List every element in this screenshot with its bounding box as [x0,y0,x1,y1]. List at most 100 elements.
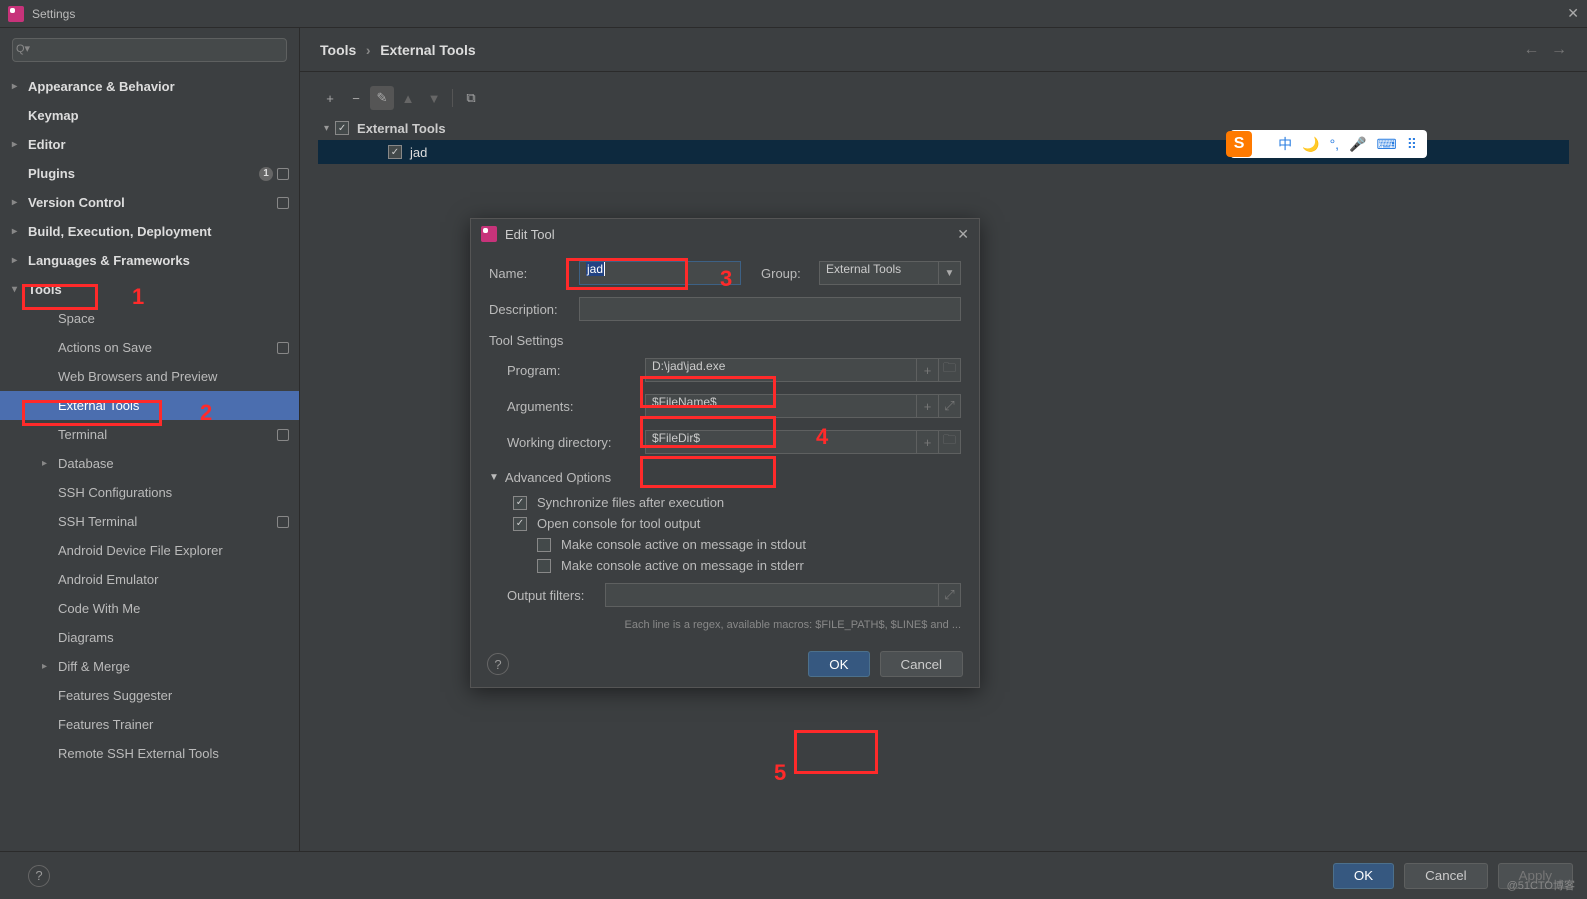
sidebar-item-appearance-behavior[interactable]: ▸Appearance & Behavior [0,72,299,101]
stdout-checkbox[interactable] [537,538,551,552]
sidebar-item-database[interactable]: ▸Database [0,449,299,478]
copy-button[interactable]: ⧉ [459,86,483,110]
modal-close-icon[interactable]: ✕ [957,226,969,243]
project-scope-icon [277,342,289,354]
modal-logo-icon [481,226,497,242]
filters-hint: Each line is a regex, available macros: … [489,619,961,631]
name-label: Name: [489,266,579,281]
breadcrumb-seg-0[interactable]: Tools [320,42,356,58]
breadcrumb-sep: › [366,42,371,58]
sidebar-item-label: Features Trainer [58,717,153,732]
sidebar-item-label: Appearance & Behavior [28,79,175,94]
ime-moon-icon[interactable]: 🌙 [1302,136,1319,153]
stderr-checkbox[interactable] [537,559,551,573]
workdir-field[interactable]: $FileDir$ [645,430,917,454]
edit-button[interactable]: ✎ [370,86,394,110]
sidebar-item-terminal[interactable]: Terminal [0,420,299,449]
tool-toolbar: + − ✎ ▲ ▼ ⧉ [318,86,1569,110]
browse-icon[interactable]: 🗀 [939,430,961,454]
sidebar-item-keymap[interactable]: Keymap [0,101,299,130]
group-dropdown-icon[interactable]: ▼ [939,261,961,285]
ime-punct-icon[interactable]: °, [1330,136,1340,152]
sync-label: Synchronize files after execution [537,495,724,510]
insert-macro-icon[interactable]: + [917,394,939,418]
sidebar-item-android-device-file-explorer[interactable]: Android Device File Explorer [0,536,299,565]
up-button[interactable]: ▲ [396,86,420,110]
sidebar-item-remote-ssh-external-tools[interactable]: Remote SSH External Tools [0,739,299,768]
sidebar-item-label: Code With Me [58,601,140,616]
chevron-down-icon: ▾ [12,284,17,295]
sidebar-item-plugins[interactable]: Plugins1 [0,159,299,188]
sidebar-item-ssh-configurations[interactable]: SSH Configurations [0,478,299,507]
description-label: Description: [489,302,579,317]
arguments-field[interactable]: $FileName$ [645,394,917,418]
program-field[interactable]: D:\jad\jad.exe [645,358,917,382]
console-checkbox[interactable]: ✓ [513,517,527,531]
search-input[interactable] [12,38,287,62]
modal-cancel-button[interactable]: Cancel [880,651,964,677]
add-button[interactable]: + [318,86,342,110]
breadcrumb-seg-1[interactable]: External Tools [380,42,475,58]
sidebar-item-label: Features Suggester [58,688,172,703]
name-field[interactable]: jad [579,261,741,285]
sidebar-item-web-browsers-and-preview[interactable]: Web Browsers and Preview [0,362,299,391]
chevron-right-icon: ▸ [12,197,17,208]
sidebar-item-label: SSH Configurations [58,485,172,500]
modal-help-button[interactable]: ? [487,653,509,675]
sidebar-item-languages-frameworks[interactable]: ▸Languages & Frameworks [0,246,299,275]
project-scope-icon [277,429,289,441]
tool-settings-label: Tool Settings [489,333,961,348]
browse-icon[interactable]: 🗀 [939,358,961,382]
ime-lang[interactable]: 中 [1278,134,1292,154]
down-button[interactable]: ▼ [422,86,446,110]
project-scope-icon [277,168,289,180]
sidebar-item-space[interactable]: Space [0,304,299,333]
ime-grid-icon[interactable]: ⠿ [1407,136,1417,153]
tool-item-label: jad [410,145,427,160]
chevron-down-icon[interactable]: ▼ [489,472,499,483]
ime-mic-icon[interactable]: 🎤 [1349,136,1366,153]
sidebar-item-ssh-terminal[interactable]: SSH Terminal [0,507,299,536]
help-button[interactable]: ? [28,865,50,887]
ime-bar[interactable]: S 中 🌙 °, 🎤 ⌨ ⠿ [1230,130,1427,158]
sidebar-item-android-emulator[interactable]: Android Emulator [0,565,299,594]
sidebar-item-build-execution-deployment[interactable]: ▸Build, Execution, Deployment [0,217,299,246]
filters-field[interactable] [605,583,939,607]
sidebar-item-diff-merge[interactable]: ▸Diff & Merge [0,652,299,681]
sidebar-item-actions-on-save[interactable]: Actions on Save [0,333,299,362]
sidebar-item-version-control[interactable]: ▸Version Control [0,188,299,217]
sidebar-item-tools[interactable]: ▾Tools [0,275,299,304]
ok-button[interactable]: OK [1333,863,1394,889]
advanced-options-label[interactable]: Advanced Options [505,470,611,485]
expand-icon[interactable]: ⤢ [939,583,961,607]
breadcrumb: Tools › External Tools ← → [300,28,1587,72]
insert-macro-icon[interactable]: + [917,430,939,454]
sidebar-item-features-trainer[interactable]: Features Trainer [0,710,299,739]
remove-button[interactable]: − [344,86,368,110]
workdir-label: Working directory: [507,435,645,450]
window-close-icon[interactable]: ✕ [1567,5,1579,22]
ime-keyboard-icon[interactable]: ⌨ [1377,136,1397,153]
sidebar-item-editor[interactable]: ▸Editor [0,130,299,159]
sidebar-item-code-with-me[interactable]: Code With Me [0,594,299,623]
expand-icon[interactable]: ⤢ [939,394,961,418]
description-field[interactable] [579,297,961,321]
settings-footer: ? OK Cancel Apply [0,851,1587,899]
item-checkbox[interactable]: ✓ [388,145,402,159]
sidebar-item-diagrams[interactable]: Diagrams [0,623,299,652]
insert-macro-icon[interactable]: + [917,358,939,382]
settings-tree[interactable]: ▸Appearance & BehaviorKeymap▸EditorPlugi… [0,72,299,851]
group-checkbox[interactable]: ✓ [335,121,349,135]
nav-forward-icon[interactable]: → [1551,41,1567,58]
sidebar-item-label: Editor [28,137,66,152]
group-field[interactable]: External Tools [819,261,939,285]
edit-tool-dialog: Edit Tool ✕ Name: jad Group: External To… [470,218,980,688]
sync-checkbox[interactable]: ✓ [513,496,527,510]
modal-ok-button[interactable]: OK [808,651,869,677]
nav-back-icon[interactable]: ← [1523,41,1539,58]
sidebar-item-features-suggester[interactable]: Features Suggester [0,681,299,710]
stdout-label: Make console active on message in stdout [561,537,806,552]
sidebar-item-external-tools[interactable]: External Tools [0,391,299,420]
cancel-button[interactable]: Cancel [1404,863,1488,889]
sidebar-item-label: Web Browsers and Preview [58,369,217,384]
